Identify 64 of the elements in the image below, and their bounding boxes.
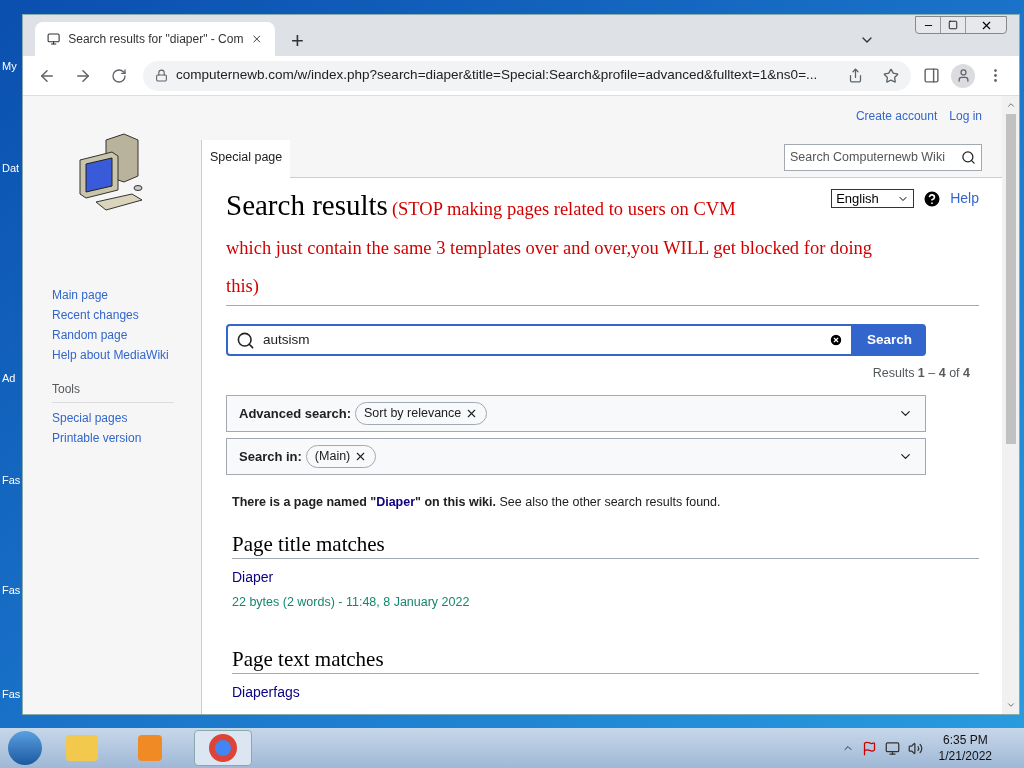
clock-time[interactable]: 6:35 PM bbox=[942, 732, 988, 748]
chrome-taskbar-button[interactable] bbox=[194, 730, 252, 766]
desktop-icon-label[interactable]: Dat bbox=[2, 160, 20, 177]
sidebar-link[interactable]: Special pages bbox=[52, 409, 201, 427]
desktop-icon-label[interactable]: Fas bbox=[2, 582, 21, 599]
warning-notice-line: this) bbox=[226, 275, 260, 298]
help-icon bbox=[922, 188, 943, 209]
browser-tab[interactable]: Search results for "diaper" - Com bbox=[35, 22, 275, 56]
scroll-up-icon[interactable] bbox=[1005, 100, 1016, 110]
clear-icon bbox=[828, 333, 843, 347]
page-heading: Search results bbox=[226, 189, 388, 221]
result-meta: 22 bytes (2 words) - 11:48, 8 January 2022 bbox=[232, 593, 471, 611]
filter-panel[interactable]: Search in: (Main) bbox=[226, 437, 926, 475]
maximize-icon[interactable] bbox=[948, 20, 958, 30]
start-button[interactable] bbox=[8, 731, 42, 765]
close-icon bbox=[251, 32, 263, 46]
section-heading: Page text matches bbox=[232, 645, 979, 675]
volume-icon bbox=[907, 740, 923, 756]
wiki-search-field[interactable]: Search Computernewb Wiki bbox=[784, 144, 982, 171]
sidebar-heading: Tools bbox=[52, 380, 174, 403]
help-link[interactable]: Help bbox=[950, 188, 979, 209]
scrollbar[interactable] bbox=[1002, 96, 1019, 714]
share-icon bbox=[848, 68, 863, 83]
search-icon bbox=[961, 150, 976, 165]
personal-link[interactable]: Create account bbox=[855, 107, 938, 125]
filter-label: Advanced search: bbox=[239, 404, 351, 423]
search-query-field[interactable]: autsism bbox=[226, 324, 853, 356]
computer-icon bbox=[47, 31, 61, 47]
filter-label: Search in: bbox=[239, 447, 302, 466]
new-tab-button[interactable]: + bbox=[291, 30, 304, 52]
results-count: Results 1 – 4 of 4 bbox=[872, 365, 970, 382]
query-text: autsism bbox=[263, 330, 311, 349]
flag-icon bbox=[861, 740, 877, 756]
exact-match-notice: There is a page named "Diaper" on this wiki. See also the other search results found. bbox=[232, 493, 722, 511]
warning-notice-line: which just contain the same 3 templates over and over,you WILL get blocked for doing bbox=[226, 237, 874, 260]
desktop-icon-label[interactable]: My bbox=[2, 58, 17, 75]
sidebar-link[interactable]: Main page bbox=[52, 286, 201, 304]
profile-icon[interactable] bbox=[951, 63, 975, 88]
bookmark-star-icon bbox=[883, 67, 899, 84]
clock-date[interactable]: 1/21/2022 bbox=[938, 748, 992, 764]
desktop-icon-label[interactable]: Ad bbox=[2, 370, 16, 387]
sidebar-link[interactable]: Help about MediaWiki bbox=[52, 346, 201, 364]
result-link[interactable]: Diaperfags bbox=[232, 682, 979, 704]
filter-panel[interactable]: Advanced search: Sort by relevance bbox=[226, 394, 926, 432]
personal-link[interactable]: Log in bbox=[949, 107, 982, 125]
lock-icon bbox=[155, 69, 168, 82]
network-icon bbox=[884, 740, 900, 756]
address-bar[interactable]: computernewb.com/w/index.php?search=diaper&title=Special:Search&profile=advanced&fulltext=1&ns0=... bbox=[143, 60, 911, 91]
sidebar-link[interactable]: Recent changes bbox=[52, 306, 201, 324]
result-link[interactable]: Diaper bbox=[232, 566, 979, 588]
page-tab[interactable]: Special page bbox=[201, 140, 291, 178]
desktop-icon-label[interactable]: Fas bbox=[2, 686, 21, 703]
page-link[interactable]: Diaper bbox=[376, 494, 416, 509]
sidebar-link[interactable]: Random page bbox=[52, 326, 201, 344]
section-heading: Page title matches bbox=[232, 529, 979, 559]
search-icon bbox=[236, 330, 255, 350]
scroll-down-icon[interactable] bbox=[1005, 700, 1016, 710]
filter-chip[interactable]: Sort by relevance bbox=[355, 401, 488, 425]
warning-notice-line: (STOP making pages related to users on CVM bbox=[391, 199, 736, 219]
desktop-icon-label[interactable]: Fas bbox=[2, 472, 21, 489]
search-button[interactable]: Search bbox=[852, 324, 926, 356]
filter-chip[interactable]: (Main) bbox=[305, 444, 377, 468]
language-select[interactable]: English bbox=[831, 189, 915, 208]
sidebar-link[interactable]: Printable version bbox=[52, 429, 201, 447]
